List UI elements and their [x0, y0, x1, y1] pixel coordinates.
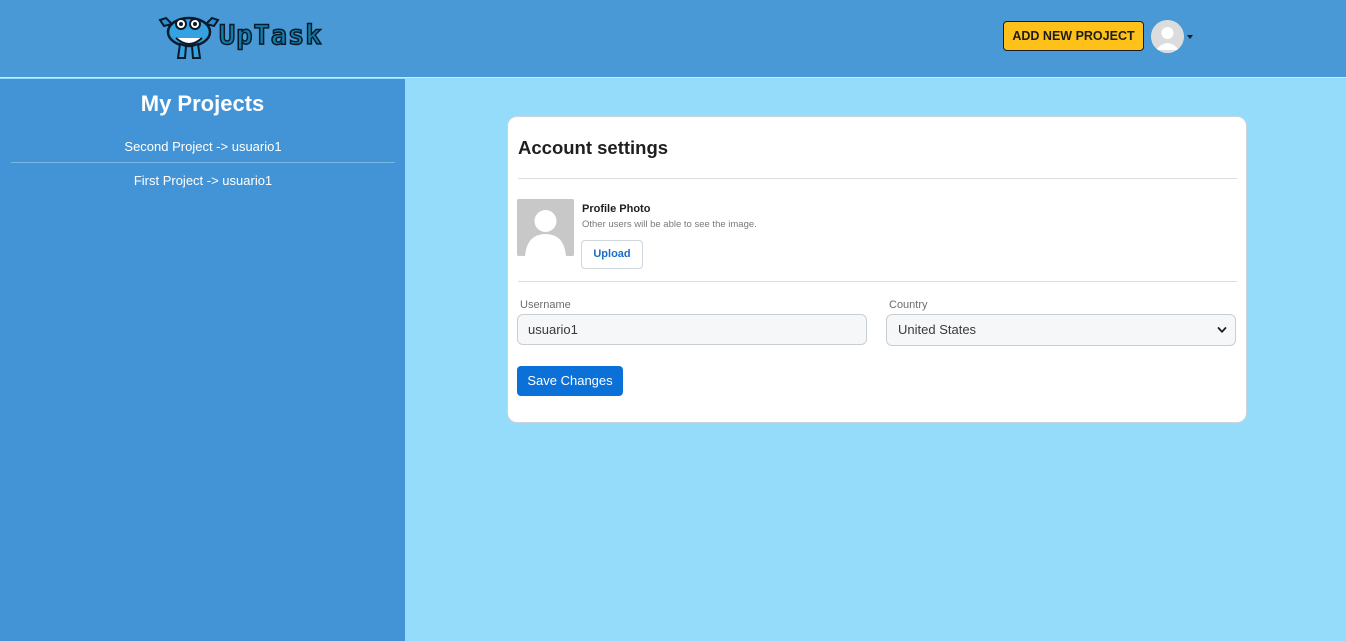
username-field[interactable] — [517, 314, 867, 345]
profile-photo-hint: Other users will be able to see the imag… — [582, 219, 757, 230]
chevron-down-icon — [1217, 327, 1227, 333]
user-avatar-icon — [1151, 20, 1184, 53]
user-menu[interactable] — [1151, 20, 1197, 54]
profile-photo — [517, 199, 574, 256]
sidebar-item-project[interactable]: Second Project -> usuario1 — [11, 130, 395, 163]
user-silhouette-icon — [517, 199, 574, 256]
country-label: Country — [889, 299, 928, 311]
upload-button[interactable]: Upload — [581, 240, 643, 269]
divider — [518, 178, 1237, 179]
country-select[interactable]: United States — [886, 314, 1236, 346]
country-selected-value: United States — [898, 322, 977, 337]
divider — [518, 281, 1237, 282]
sidebar-title: My Projects — [140, 91, 265, 116]
top-header: UpTask ADD NEW PROJECT — [0, 0, 1346, 78]
sidebar-item-project[interactable]: First Project -> usuario1 — [11, 164, 395, 197]
add-new-project-button[interactable]: ADD NEW PROJECT — [1003, 21, 1144, 51]
robot-mascot-icon — [158, 16, 220, 59]
profile-photo-label: Profile Photo — [582, 203, 651, 215]
save-changes-button[interactable]: Save Changes — [517, 366, 623, 396]
logo-wordmark: UpTask — [218, 19, 323, 52]
page-title: Account settings — [518, 137, 669, 158]
username-label: Username — [520, 299, 571, 311]
account-settings-card: Account settings Profile Photo Other use… — [507, 116, 1247, 423]
sidebar: My Projects Second Project -> usuario1 F… — [0, 79, 405, 641]
app-logo[interactable]: UpTask — [158, 10, 358, 62]
caret-down-icon — [1187, 35, 1193, 39]
